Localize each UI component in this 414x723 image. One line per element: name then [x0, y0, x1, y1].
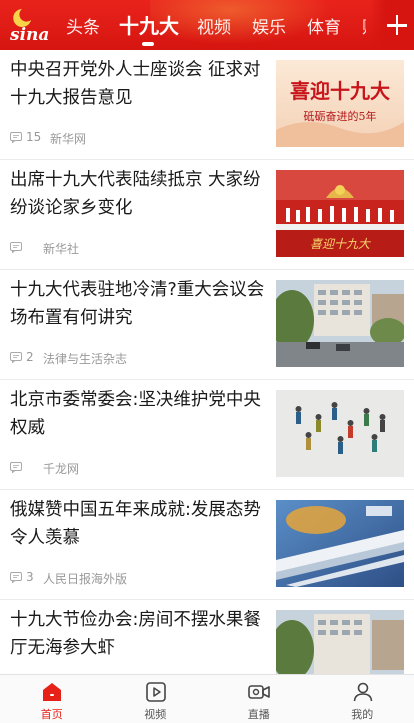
tab-sports[interactable]: 体育: [307, 13, 341, 38]
news-source: 新华社: [43, 242, 80, 256]
news-item[interactable]: 十九大代表驻地冷清?重大会议会场布置有何讲究 2 法律与生活杂志: [0, 270, 414, 380]
nav-profile-label: 我的: [351, 708, 374, 721]
nav-home[interactable]: 首页: [0, 675, 104, 723]
comment-icon: [10, 242, 22, 253]
news-item[interactable]: 中央召开党外人士座谈会 征求对十九大报告意见 15 新华网 喜迎十九大 砥砺奋进…: [0, 50, 414, 160]
nav-live-label: 直播: [247, 708, 270, 721]
nav-live[interactable]: 直播: [207, 675, 311, 723]
news-item[interactable]: 出席十九大代表陆续抵京 大家纷纷谈论家乡变化 新华社 喜迎十九大: [0, 160, 414, 270]
tab-toutiao[interactable]: 头条: [66, 13, 100, 38]
comment-icon: [10, 132, 22, 143]
news-source: 法律与生活杂志: [43, 352, 128, 366]
news-thumbnail[interactable]: 喜迎十九大 砥砺奋进的5年: [276, 60, 404, 147]
news-title[interactable]: 俄媒赞中国五年来成就:发展态势令人羡慕: [10, 496, 265, 552]
news-item[interactable]: 十九大节俭办会:房间不摆水果餐厅无海参大虾: [0, 600, 414, 674]
comment-count: 15: [26, 130, 42, 144]
tab-entertainment[interactable]: 娱乐: [252, 13, 286, 38]
nav-video[interactable]: 视频: [104, 675, 208, 723]
bottom-navigation: 首页 视频 直播 我的: [0, 674, 414, 723]
news-thumbnail[interactable]: [276, 390, 404, 477]
news-title[interactable]: 中央召开党外人士座谈会 征求对十九大报告意见: [10, 56, 265, 112]
svg-text:sina: sina: [9, 25, 49, 44]
comment-icon: [10, 352, 22, 363]
comment-icon: [10, 462, 22, 473]
news-thumbnail[interactable]: [276, 280, 404, 367]
tab-video[interactable]: 视频: [197, 13, 231, 38]
news-title[interactable]: 北京市委常委会:坚决维护党中央权威: [10, 386, 265, 442]
live-camera-icon: [248, 685, 270, 699]
active-tab-indicator: [142, 42, 154, 46]
news-title[interactable]: 十九大代表驻地冷清?重大会议会场布置有何讲究: [10, 276, 265, 332]
home-icon: [43, 683, 61, 701]
tab-shijiuda[interactable]: 十九大: [119, 10, 179, 39]
svg-text:喜迎十九大: 喜迎十九大: [290, 79, 390, 103]
news-feed: 中央召开党外人士座谈会 征求对十九大报告意见 15 新华网 喜迎十九大 砥砺奋进…: [0, 50, 414, 674]
svg-text:喜迎十九大: 喜迎十九大: [310, 237, 371, 251]
nav-home-label: 首页: [40, 708, 63, 721]
news-title[interactable]: 十九大节俭办会:房间不摆水果餐厅无海参大虾: [10, 606, 265, 662]
add-channel-button[interactable]: [370, 0, 414, 50]
news-thumbnail[interactable]: [276, 610, 404, 674]
svg-text:砥砺奋进的5年: 砥砺奋进的5年: [304, 109, 377, 123]
channel-tabs: 头条 十九大 视频 娱乐 体育 财: [66, 0, 366, 50]
sina-logo[interactable]: sina: [8, 6, 62, 44]
news-item[interactable]: 俄媒赞中国五年来成就:发展态势令人羡慕 3 人民日报海外版: [0, 490, 414, 600]
news-source: 千龙网: [43, 462, 80, 476]
tab-finance[interactable]: 财: [362, 13, 366, 38]
news-thumbnail[interactable]: [276, 500, 404, 587]
nav-profile[interactable]: 我的: [311, 675, 414, 723]
top-header: sina 头条 十九大 视频 娱乐 体育 财: [0, 0, 414, 50]
news-source: 新华网: [50, 132, 87, 146]
news-item[interactable]: 北京市委常委会:坚决维护党中央权威 千龙网: [0, 380, 414, 490]
news-thumbnail[interactable]: 喜迎十九大: [276, 170, 404, 257]
comment-icon: [10, 572, 22, 583]
profile-icon: [353, 682, 372, 702]
video-icon: [145, 682, 166, 702]
comment-count: 3: [26, 570, 34, 584]
news-source: 人民日报海外版: [43, 572, 128, 586]
news-title[interactable]: 出席十九大代表陆续抵京 大家纷纷谈论家乡变化: [10, 166, 265, 222]
nav-video-label: 视频: [144, 708, 167, 721]
comment-count: 2: [26, 350, 34, 364]
